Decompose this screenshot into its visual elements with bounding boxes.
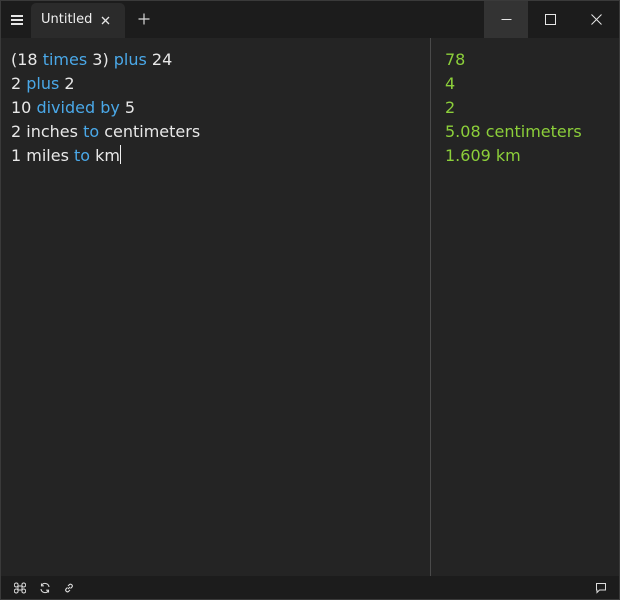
- command-icon-glyph: [14, 582, 26, 594]
- text-token: centimeters: [99, 122, 201, 141]
- text-token: km: [90, 146, 121, 165]
- tab-close-button[interactable]: [97, 12, 113, 28]
- app-window: Untitled (18 times 3) plus 24 2 plus 2 1…: [0, 0, 620, 600]
- result-line: 4: [445, 74, 456, 93]
- keyword-token: by: [100, 98, 120, 117]
- sync-icon[interactable]: [36, 579, 54, 597]
- text-token: 10: [11, 98, 37, 117]
- close-window-button[interactable]: [573, 1, 619, 38]
- editor-line[interactable]: 10 divided by 5: [11, 96, 135, 120]
- link-icon[interactable]: [60, 579, 78, 597]
- comment-icon[interactable]: [592, 579, 610, 597]
- keyword-token: to: [74, 146, 91, 165]
- results-pane: 78 4 2 5.08 centimeters 1.609 km: [431, 38, 619, 576]
- sync-icon-glyph: [40, 582, 50, 594]
- minimize-icon: [501, 19, 511, 20]
- minimize-button[interactable]: [484, 1, 528, 38]
- editor-line[interactable]: (18 times 3) plus 24: [11, 48, 172, 72]
- result-line: 1.609 km: [445, 146, 521, 165]
- close-icon: [590, 14, 602, 25]
- keyword-token: times: [42, 50, 88, 69]
- new-tab-button[interactable]: [131, 6, 157, 32]
- command-icon[interactable]: [11, 579, 29, 597]
- menu-button[interactable]: [3, 3, 31, 36]
- keyword-token: plus: [113, 50, 147, 69]
- editor-line[interactable]: 1 miles to km: [11, 144, 122, 168]
- result-line: 78: [445, 50, 466, 69]
- keyword-token: divided: [36, 98, 96, 117]
- link-icon-glyph: [65, 583, 73, 593]
- text-token: 5: [119, 98, 136, 117]
- result-line: 5.08 centimeters: [445, 122, 582, 141]
- plus-icon: [138, 13, 150, 25]
- keyword-token: to: [83, 122, 100, 141]
- editor-line[interactable]: 2 plus 2: [11, 72, 75, 96]
- text-token: 2: [11, 74, 27, 93]
- text-token: 2 inches: [11, 122, 84, 141]
- comment-icon-glyph: [596, 583, 606, 594]
- text-token: (18: [11, 50, 43, 69]
- text-token: 1 miles: [11, 146, 75, 165]
- editor-line[interactable]: 2 inches to centimeters: [11, 120, 200, 144]
- tab-untitled[interactable]: Untitled: [31, 3, 125, 38]
- result-line: 2: [445, 98, 456, 117]
- tab-title: Untitled: [41, 12, 93, 27]
- maximize-button[interactable]: [528, 1, 573, 38]
- text-cursor: [120, 145, 122, 164]
- keyword-token: plus: [26, 74, 60, 93]
- close-icon: [101, 16, 109, 24]
- maximize-icon: [545, 14, 556, 25]
- hamburger-icon: [11, 15, 23, 25]
- text-token: 2: [59, 74, 75, 93]
- text-token: 24: [146, 50, 173, 69]
- title-bar: Untitled: [1, 1, 619, 38]
- editor-pane[interactable]: (18 times 3) plus 24 2 plus 2 10 divided b…: [1, 38, 430, 576]
- text-token: 3): [87, 50, 114, 69]
- status-bar: [1, 576, 619, 599]
